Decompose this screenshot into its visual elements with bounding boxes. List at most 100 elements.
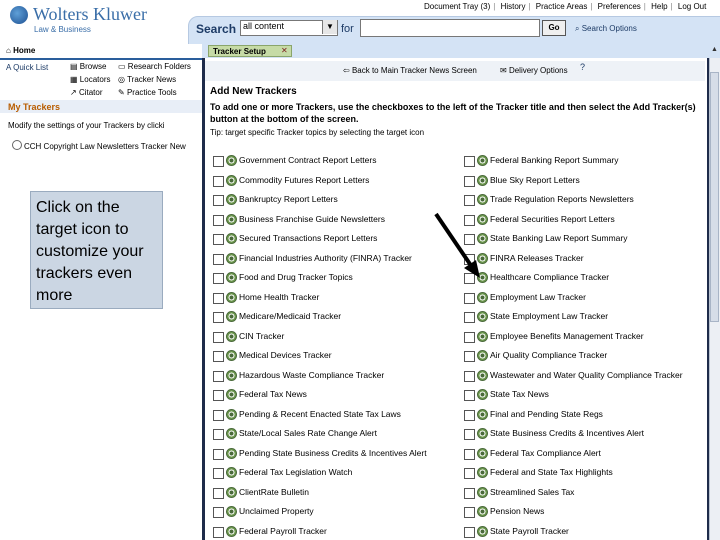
- tracker-checkbox[interactable]: [213, 468, 224, 479]
- target-icon[interactable]: [477, 369, 488, 381]
- tracker-settings-icon[interactable]: [12, 140, 22, 150]
- nav-practice-areas[interactable]: Practice Areas: [536, 2, 588, 11]
- chevron-down-icon[interactable]: ▼: [322, 20, 337, 34]
- tracker-checkbox[interactable]: [464, 526, 475, 538]
- target-icon[interactable]: [226, 233, 237, 244]
- target-icon[interactable]: [477, 194, 488, 205]
- target-icon[interactable]: [226, 525, 237, 537]
- tracker-checkbox[interactable]: [213, 351, 224, 362]
- target-icon[interactable]: [226, 486, 237, 498]
- target-icon[interactable]: [226, 330, 237, 342]
- nav-document-tray[interactable]: Document Tray (3): [424, 2, 490, 11]
- scroll-up-icon[interactable]: ▲: [710, 46, 719, 56]
- target-icon[interactable]: [226, 428, 237, 439]
- citator-link[interactable]: ↗ Citator: [70, 88, 103, 97]
- nav-help[interactable]: Help: [651, 2, 667, 11]
- locators-link[interactable]: ▦ Locators: [70, 75, 110, 84]
- tracker-checkbox[interactable]: [213, 429, 224, 440]
- tracker-checkbox[interactable]: [213, 234, 224, 245]
- close-icon[interactable]: ✕: [281, 46, 288, 55]
- target-icon[interactable]: [477, 467, 488, 478]
- research-folders-link[interactable]: ▭ Research Folders: [118, 62, 191, 71]
- nav-history[interactable]: History: [501, 2, 526, 11]
- target-icon[interactable]: [226, 272, 237, 283]
- tab-tracker-setup[interactable]: Tracker Setup: [208, 45, 292, 57]
- target-icon[interactable]: [226, 252, 237, 264]
- browse-link[interactable]: ▤ Browse: [70, 62, 106, 71]
- target-icon[interactable]: [477, 291, 488, 303]
- target-icon[interactable]: [477, 330, 488, 342]
- tracker-checkbox[interactable]: [464, 448, 475, 460]
- tracker-checkbox[interactable]: [464, 429, 475, 440]
- tracker-checkbox[interactable]: [464, 487, 475, 499]
- tracker-checkbox[interactable]: [464, 409, 475, 421]
- target-icon[interactable]: [226, 447, 237, 459]
- target-icon[interactable]: [477, 486, 488, 498]
- tracker-checkbox[interactable]: [213, 273, 224, 284]
- target-icon[interactable]: [477, 174, 488, 186]
- tracker-checkbox[interactable]: [464, 312, 475, 323]
- target-icon[interactable]: [226, 350, 237, 361]
- tracker-checkbox[interactable]: [213, 448, 224, 460]
- target-icon[interactable]: [226, 467, 237, 478]
- quick-list-link[interactable]: A Quick List: [6, 63, 48, 72]
- search-input[interactable]: [360, 19, 540, 37]
- target-icon[interactable]: [477, 447, 488, 459]
- go-button[interactable]: Go: [542, 20, 566, 36]
- target-icon[interactable]: [477, 350, 488, 361]
- tracker-news-link[interactable]: ◎ Tracker News: [118, 75, 176, 84]
- tracker-checkbox[interactable]: [464, 468, 475, 479]
- target-icon[interactable]: [477, 408, 488, 420]
- target-icon[interactable]: [477, 525, 488, 537]
- tracker-checkbox[interactable]: [464, 331, 475, 343]
- content-select-value[interactable]: all content: [243, 21, 284, 31]
- tracker-checkbox[interactable]: [464, 370, 475, 382]
- home-tab[interactable]: ⌂ Home: [6, 46, 35, 55]
- tracker-checkbox[interactable]: [464, 507, 475, 518]
- my-tracker-item[interactable]: CCH Copyright Law Newsletters Tracker Ne…: [24, 142, 186, 151]
- target-icon[interactable]: [477, 428, 488, 439]
- delivery-options-link[interactable]: ✉ Delivery Options: [500, 66, 568, 75]
- target-icon[interactable]: [226, 389, 237, 400]
- tracker-checkbox[interactable]: [213, 312, 224, 323]
- tracker-checkbox[interactable]: [213, 292, 224, 304]
- tracker-checkbox[interactable]: [213, 253, 224, 265]
- tracker-checkbox[interactable]: [213, 507, 224, 518]
- tracker-checkbox[interactable]: [464, 292, 475, 304]
- tracker-checkbox[interactable]: [213, 156, 224, 167]
- tracker-checkbox[interactable]: [213, 175, 224, 187]
- tracker-checkbox[interactable]: [213, 195, 224, 206]
- tracker-checkbox[interactable]: [213, 390, 224, 401]
- target-icon[interactable]: [226, 291, 237, 303]
- target-icon[interactable]: [226, 155, 237, 166]
- target-icon[interactable]: [226, 506, 237, 517]
- tracker-checkbox[interactable]: [464, 351, 475, 362]
- target-icon[interactable]: [477, 389, 488, 400]
- tracker-checkbox[interactable]: [213, 331, 224, 343]
- help-icon[interactable]: ?: [580, 62, 585, 72]
- practice-tools-link[interactable]: ✎ Practice Tools: [118, 88, 177, 97]
- back-to-tracker-news-link[interactable]: ⇦ Back to Main Tracker News Screen: [343, 66, 477, 75]
- tracker-checkbox[interactable]: [464, 175, 475, 187]
- target-icon[interactable]: [477, 311, 488, 322]
- search-options-link[interactable]: ⌕ Search Options: [575, 24, 637, 34]
- target-icon[interactable]: [477, 506, 488, 517]
- tracker-checkbox[interactable]: [213, 409, 224, 421]
- scrollbar-thumb[interactable]: [710, 72, 719, 322]
- nav-log-out[interactable]: Log Out: [678, 2, 706, 11]
- target-icon[interactable]: [226, 194, 237, 205]
- tracker-checkbox[interactable]: [464, 390, 475, 401]
- tracker-checkbox[interactable]: [213, 526, 224, 538]
- target-icon[interactable]: [226, 408, 237, 420]
- target-icon[interactable]: [226, 311, 237, 322]
- target-icon[interactable]: [226, 369, 237, 381]
- tracker-checkbox[interactable]: [213, 370, 224, 382]
- tracker-checkbox[interactable]: [464, 156, 475, 167]
- target-icon[interactable]: [226, 213, 237, 225]
- target-icon[interactable]: [226, 174, 237, 186]
- tracker-checkbox[interactable]: [213, 214, 224, 226]
- target-icon[interactable]: [477, 155, 488, 166]
- nav-preferences[interactable]: Preferences: [598, 2, 641, 11]
- tracker-checkbox[interactable]: [213, 487, 224, 499]
- tracker-checkbox[interactable]: [464, 195, 475, 206]
